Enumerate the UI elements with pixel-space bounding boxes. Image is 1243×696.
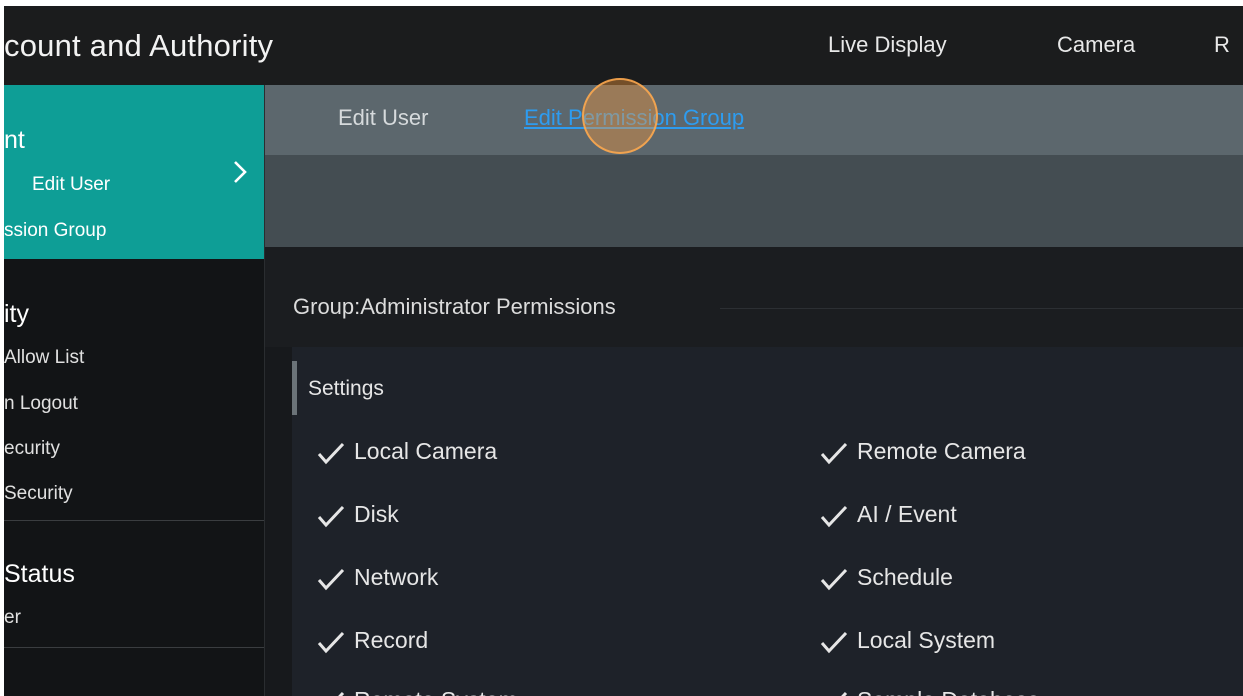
permission-label: Schedule	[857, 564, 953, 590]
permission-label: Network	[354, 564, 439, 590]
group-header: Group:Administrator Permissions	[265, 247, 1243, 347]
permission-label: AI / Event	[857, 501, 957, 527]
tab-edit-permission-group[interactable]: Edit Permission Group	[524, 105, 744, 131]
checkmark-icon	[820, 505, 848, 528]
permission-label: Remote Camera	[857, 438, 1026, 464]
group-label: Group:Administrator Permissions	[293, 294, 616, 319]
sidebar-item-user[interactable]: er	[4, 607, 21, 629]
sidebar-section-account[interactable]: nt Edit User ssion Group	[4, 85, 264, 259]
checkmark-icon	[317, 505, 345, 528]
sidebar-item-permission-group[interactable]: ssion Group	[4, 220, 106, 242]
permission-label: Disk	[354, 501, 399, 527]
top-header: count and Authority Live Display Camera …	[4, 6, 1243, 85]
permission-label: Record	[354, 627, 429, 653]
checkmark-icon	[841, 691, 848, 696]
checkmark-icon	[317, 631, 345, 654]
sidebar-item-security-2[interactable]: Security	[4, 483, 73, 505]
toolbar-strip	[265, 155, 1243, 247]
divider	[4, 647, 264, 648]
permission-label: Remote System	[354, 687, 518, 696]
nav-live-display[interactable]: Live Display	[828, 32, 947, 58]
section-marker	[292, 361, 297, 415]
nav-item-truncated[interactable]: R	[1214, 32, 1230, 58]
permission-label: Local Camera	[354, 438, 498, 464]
checkmark-icon	[820, 631, 848, 654]
sidebar-item-edit-user[interactable]: Edit User	[32, 174, 110, 196]
sidebar-item-allow-list[interactable]: Allow List	[4, 347, 84, 369]
permission-label: Local System	[857, 627, 996, 653]
page-title: count and Authority	[4, 28, 274, 63]
nav-camera[interactable]: Camera	[1057, 32, 1135, 58]
sidebar-section-title: ity	[4, 300, 29, 328]
sidebar-section-title: Status	[4, 560, 75, 588]
permission-label: Sample Database	[857, 687, 1040, 696]
section-title: Settings	[308, 377, 384, 400]
sidebar-section-title: nt	[4, 126, 25, 154]
tab-edit-user[interactable]: Edit User	[338, 105, 428, 131]
checkmark-icon	[338, 691, 345, 696]
checkmark-icon	[317, 568, 345, 591]
sidebar-item-security[interactable]: ecurity	[4, 438, 60, 460]
permission-panel: Settings Local Camera Disk Network Recor…	[292, 347, 1243, 696]
sidebar: nt Edit User ssion Group ity Allow List …	[4, 85, 265, 696]
divider	[720, 308, 1243, 309]
sidebar-item-logout[interactable]: n Logout	[4, 393, 78, 415]
checkmark-icon	[820, 568, 848, 591]
main-content: Group:Administrator Permissions Settings…	[265, 247, 1243, 696]
chevron-right-icon[interactable]	[230, 158, 250, 186]
checkmark-icon	[317, 442, 345, 465]
checkmark-icon	[820, 442, 848, 465]
divider	[4, 520, 264, 521]
screen: count and Authority Live Display Camera …	[4, 6, 1243, 696]
tab-bar: Edit User Edit Permission Group	[265, 85, 1243, 155]
